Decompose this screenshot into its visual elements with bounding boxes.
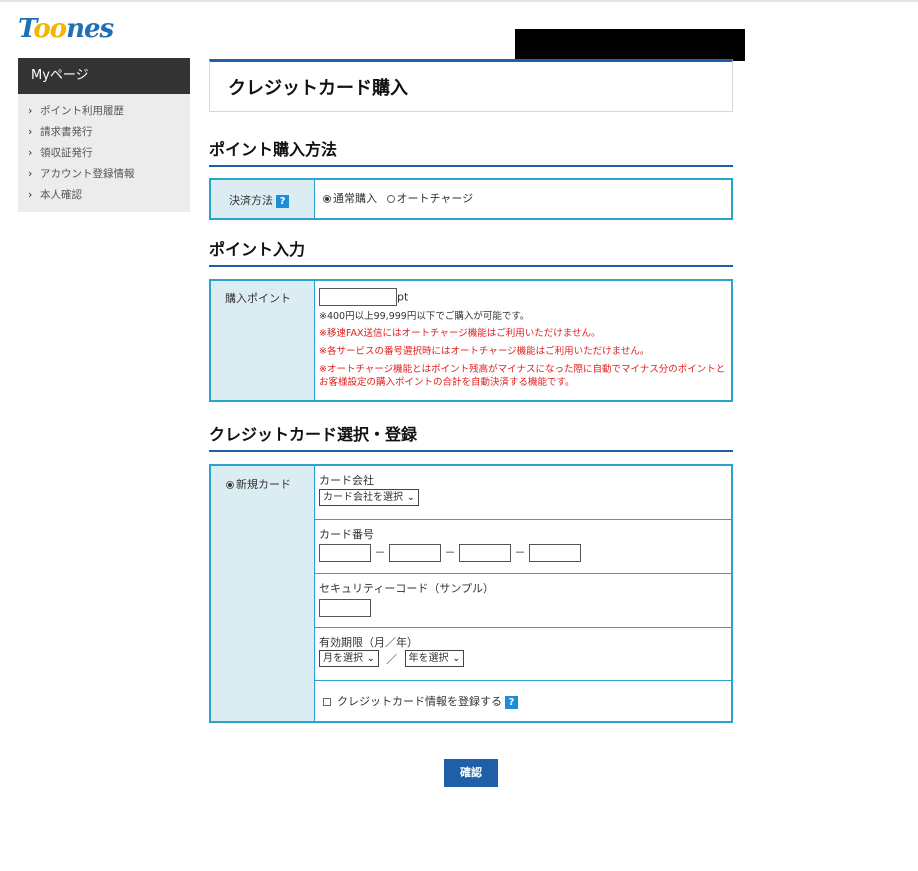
sidebar-item-label: アカウント登録情報 [40,168,135,180]
radio-auto-label: オートチャージ [396,192,474,205]
help-icon[interactable]: ? [276,194,289,208]
card-number-row: カード番号 － － － [315,520,731,574]
points-value-cell: pt ※400円以上99,999円以下でご購入が可能です。 ※移速FAX送信には… [315,281,731,400]
chevron-right-icon: › [28,125,33,138]
expiry-row: 有効期限（月／年） 月を選択 ⌄ ／ 年を選択 ⌄ [315,628,731,681]
sidebar-item-point-history[interactable]: › ポイント利用履歴 [28,100,190,121]
chevron-right-icon: › [28,167,33,180]
radio-new-card[interactable]: 新規カード [226,478,291,491]
redacted-area [515,29,745,61]
sidebar-item-invoice[interactable]: › 請求書発行 [28,121,190,142]
points-label-cell: 購入ポイント [211,281,315,400]
section-title-points: ポイント入力 [209,237,733,267]
sidebar-item-label: 請求書発行 [40,126,93,138]
sidebar-item-receipt[interactable]: › 領収証発行 [28,142,190,163]
security-code-input[interactable] [319,599,371,617]
card-value-cell: カード会社 カード会社を選択 ⌄ カード番号 － － － セキュリティーコード（サンプ… [315,466,731,721]
section-title-card: クレジットカード選択・登録 [209,422,733,452]
chevron-right-icon: › [28,188,33,201]
page-title: クレジットカード購入 [209,59,733,112]
chevron-right-icon: › [28,146,33,159]
card-number-label: カード番号 [319,528,374,541]
card-table: 新規カード カード会社 カード会社を選択 ⌄ カード番号 － － － セキュリティーコ… [209,464,733,723]
points-unit: pt [397,290,409,304]
method-table: 決済方法? 通常購入 オートチャージ [209,178,733,220]
checkbox-icon [323,698,331,706]
points-table: 購入ポイント pt ※400円以上99,999円以下でご購入が可能です。 ※移速… [209,279,733,402]
sidebar-menu: › ポイント利用履歴 › 請求書発行 › 領収証発行 › アカウント登録情報 › 本人確認 [18,94,190,205]
expiry-month-select[interactable]: 月を選択 ⌄ [319,650,379,667]
card-number-sep: － [514,546,526,559]
logo-text-t: T [18,14,34,44]
radio-checked-icon [226,481,234,489]
method-label-cell: 決済方法? [211,180,315,218]
expiry-selects: 月を選択 ⌄ ／ 年を選択 ⌄ [319,650,727,667]
register-card-row: クレジットカード情報を登録する? [315,681,731,721]
sidebar: Myページ › ポイント利用履歴 › 請求書発行 › 領収証発行 › アカウント登録情報… [18,58,190,212]
method-label: 決済方法 [229,194,273,207]
chevron-down-icon: ⌄ [407,493,415,503]
register-card-checkbox[interactable]: クレジットカード情報を登録する [323,695,502,708]
toones-logo[interactable]: Toones [18,14,114,44]
chevron-down-icon: ⌄ [367,654,375,664]
expiry-label: 有効期限（月／年） [319,636,418,649]
card-company-select[interactable]: カード会社を選択 ⌄ [319,489,419,506]
new-card-label: 新規カード [236,478,291,491]
points-label: 購入ポイント [225,292,291,305]
chevron-right-icon: › [28,104,33,117]
sidebar-item-label: ポイント利用履歴 [40,105,124,117]
chevron-down-icon: ⌄ [452,654,461,664]
expiry-year-value: 年を選択 [408,653,449,664]
points-note-fax: ※移速FAX送信にはオートチャージ機能はご利用いただけません。 [319,328,601,339]
card-number-input-3[interactable] [459,544,511,562]
card-company-row: カード会社 カード会社を選択 ⌄ [315,466,731,520]
radio-unchecked-icon [386,195,395,203]
logo-text-nes: nes [66,14,114,44]
help-icon[interactable]: ? [505,695,518,709]
security-code-row: セキュリティーコード（サンプル） [315,574,731,628]
card-company-label: カード会社 [319,474,374,487]
points-input[interactable] [319,288,397,306]
card-number-sep: － [444,546,456,559]
radio-normal-purchase[interactable]: 通常購入 [323,192,377,205]
top-divider [0,0,918,2]
points-note-number: ※各サービスの番号選択時にはオートチャージ機能はご利用いただけません。 [319,346,650,357]
card-company-select-value: カード会社を選択 [323,492,403,503]
sidebar-item-label: 本人確認 [40,189,82,201]
card-number-input-4[interactable] [529,544,581,562]
points-input-row: pt [319,288,731,308]
sidebar-item-identity[interactable]: › 本人確認 [28,184,190,205]
radio-auto-charge[interactable]: オートチャージ [386,192,474,205]
radio-checked-icon [323,195,331,203]
points-note-range: ※400円以上99,999円以下でご購入が可能です。 [319,311,530,322]
sidebar-item-label: 領収証発行 [40,147,93,159]
confirm-button[interactable]: 確認 [444,759,498,787]
card-label-cell: 新規カード [211,466,315,721]
logo-text-oo: oo [33,14,67,44]
section-title-method: ポイント購入方法 [209,137,733,167]
expiry-sep: ／ [386,652,398,666]
expiry-year-select[interactable]: 年を選択 ⌄ [404,650,465,667]
register-card-label: クレジットカード情報を登録する [337,695,502,708]
main-content: クレジットカード購入 ポイント購入方法 決済方法? 通常購入 オートチャージ ポ… [209,59,733,723]
radio-normal-label: 通常購入 [333,192,377,205]
points-note-autocharge: ※オートチャージ機能とはポイント残高がマイナスになった際に自動でマイナス分のポイ… [319,364,726,388]
sidebar-title: Myページ [18,58,190,94]
card-number-sep: － [374,546,386,559]
method-value-cell: 通常購入 オートチャージ [315,180,731,218]
expiry-month-value: 月を選択 [323,653,363,664]
card-number-inputs: － － － [319,544,727,562]
card-number-input-2[interactable] [389,544,441,562]
security-code-label: セキュリティーコード（サンプル） [319,582,495,595]
card-number-input-1[interactable] [319,544,371,562]
sidebar-item-account[interactable]: › アカウント登録情報 [28,163,190,184]
